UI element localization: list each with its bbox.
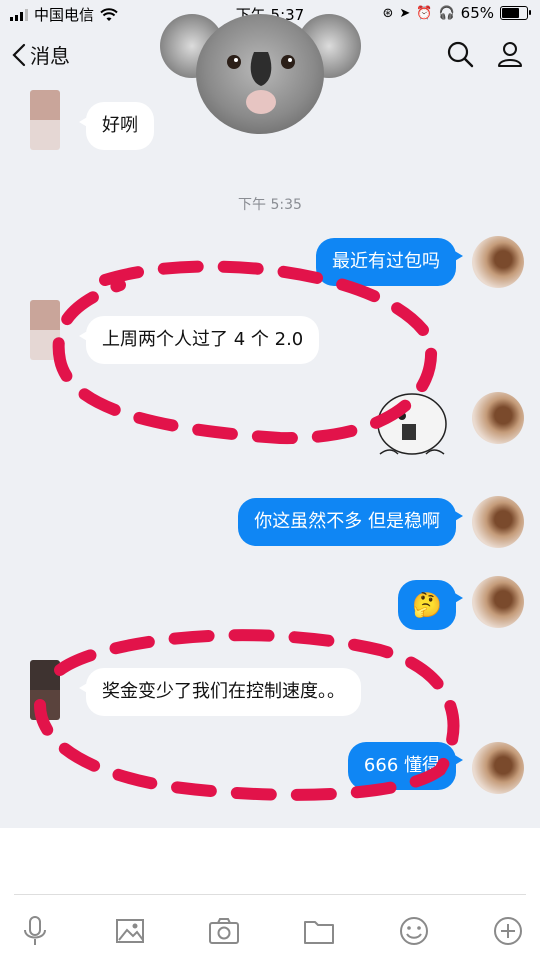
message-text: 666 懂得 [363,755,440,776]
message-bubble-outgoing[interactable]: 最近有过包吗 [316,238,463,286]
back-label: 消息 [30,44,70,68]
image-icon[interactable] [113,914,147,948]
message-bubble-incoming[interactable]: 奖金变少了我们在控制速度。。 [79,668,361,716]
message-bubble-outgoing[interactable]: 🤔 [398,580,463,630]
person-icon[interactable] [496,40,524,68]
emoji-icon[interactable] [397,914,431,948]
nav-icons [446,40,524,68]
message-bubble-outgoing[interactable]: 你这虽然不多 但是稳啊 [238,498,463,546]
message-text: 最近有过包吗 [332,251,440,272]
input-toolbar [0,828,540,960]
message-text: 好咧 [102,115,138,136]
message-input[interactable] [14,828,526,895]
message-bubble-outgoing[interactable]: 666 懂得 [347,742,464,790]
message-timestamp: 下午 5:35 [238,197,302,213]
my-avatar[interactable] [472,742,524,794]
thinking-emoji: 🤔 [412,591,442,619]
alarm-icon: ⏰ [416,5,433,21]
headphones-icon: 🎧 [438,5,455,21]
my-avatar[interactable] [472,236,524,288]
contact-avatar[interactable] [30,660,60,720]
microphone-icon[interactable] [18,914,52,948]
status-right: ⊛ ➤ ⏰ 🎧 65% [382,4,531,22]
contact-avatar[interactable] [30,90,60,150]
message-bubble-incoming[interactable]: 上周两个人过了 4 个 2.0 [78,316,320,364]
battery-percent: 65% [460,4,494,22]
chat-area: 好咧 下午 5:35 最近有过包吗 上周两个人过了 4 个 2.0 你这虽然不多… [0,84,540,828]
rotation-lock-icon: ⊛ [382,5,394,21]
location-icon: ➤ [399,5,411,21]
message-bubble-incoming[interactable]: 好咧 [79,102,154,150]
my-avatar[interactable] [472,576,524,628]
message-text: 奖金变少了我们在控制速度。。 [102,681,345,702]
cartoon-face-sticker[interactable] [370,384,454,464]
battery-icon [500,6,531,20]
folder-icon[interactable] [302,914,336,948]
message-text: 你这虽然不多 但是稳啊 [254,511,440,532]
search-icon[interactable] [446,40,474,68]
my-avatar[interactable] [472,496,524,548]
back-button[interactable]: 消息 [12,40,70,69]
contact-avatar[interactable] [30,300,60,360]
add-icon[interactable] [491,914,525,948]
my-avatar[interactable] [472,392,524,444]
camera-icon[interactable] [207,914,241,948]
chevron-left-icon [12,43,26,66]
message-text: 上周两个人过了 4 个 2.0 [102,329,304,350]
